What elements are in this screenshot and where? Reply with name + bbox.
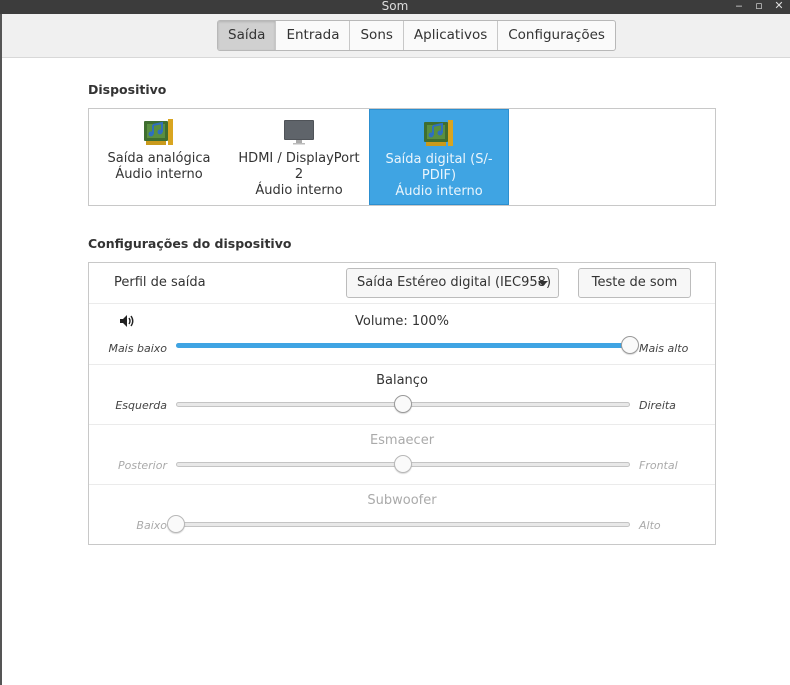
device-item-digital[interactable]: Saída digital (S/-PDIF) Áudio interno [369,109,509,205]
subwoofer-max-label: Alto [639,519,661,532]
window-titlebar: Som ‒ ▫ ✕ [0,0,790,14]
output-profile-value: Saída Estéreo digital (IEC958) [357,275,552,290]
fade-row: Esmaecer Posterior Frontal [89,425,715,485]
balance-slider-handle[interactable] [394,395,412,413]
device-item-hdmi[interactable]: HDMI / DisplayPort 2 Áudio interno [229,109,369,205]
tab-saida[interactable]: Saída [218,21,277,50]
volume-slider-handle[interactable] [621,336,639,354]
balance-slider[interactable] [176,395,630,413]
subwoofer-slider-handle[interactable] [167,515,185,533]
volume-min-label: Mais baixo [108,342,167,355]
monitor-icon [284,120,314,145]
fade-min-label: Posterior [117,459,167,472]
chevron-down-icon [538,281,548,286]
tab-entrada[interactable]: Entrada [276,21,351,50]
device-item-analog[interactable]: Saída analógica Áudio interno [89,109,229,205]
close-icon[interactable]: ✕ [774,0,784,13]
window-title: Som [381,0,409,13]
balance-min-label: Esquerda [115,399,167,412]
device-subtitle: Áudio interno [115,167,203,182]
maximize-icon[interactable]: ▫ [754,0,764,13]
tab-bar: Saída Entrada Sons Aplicativos Configura… [217,20,616,51]
balance-label: Balanço [376,373,428,388]
tab-aplicativos[interactable]: Aplicativos [404,21,499,50]
output-profile-label: Perfil de saída [114,275,206,290]
volume-max-label: Mais alto [639,342,689,355]
window-controls: ‒ ▫ ✕ [734,0,784,13]
subwoofer-row: Subwoofer Baixo Alto [89,485,715,545]
tab-sons[interactable]: Sons [350,21,404,50]
volume-slider-fill [176,343,630,348]
balance-row: Balanço Esquerda Direita [89,365,715,425]
subwoofer-min-label: Baixo [136,519,167,532]
device-settings-panel: Perfil de saída Saída Estéreo digital (I… [88,262,716,545]
output-profile-row: Perfil de saída Saída Estéreo digital (I… [89,263,715,304]
device-settings-title: Configurações do dispositivo [88,236,292,251]
device-name: HDMI / DisplayPort 2 [238,151,360,182]
sound-card-icon [424,120,453,146]
volume-label: Volume: 100% [354,314,450,329]
device-section-title: Dispositivo [88,82,167,97]
device-name: Saída analógica [107,151,211,166]
volume-row: Volume: 100% Mais baixo Mais alto [89,304,715,365]
toolbar: Saída Entrada Sons Aplicativos Configura… [2,14,790,58]
window-edge [0,14,2,685]
fade-max-label: Frontal [639,459,678,472]
device-subtitle: Áudio interno [255,183,343,198]
fade-label: Esmaecer [369,433,435,448]
device-list: Saída analógica Áudio interno HDMI / Dis… [88,108,716,206]
tab-configuracoes[interactable]: Configurações [498,21,615,50]
sound-card-icon [144,119,173,145]
sound-test-button[interactable]: Teste de som [578,268,691,298]
subwoofer-slider[interactable] [167,515,630,533]
fade-slider[interactable] [176,455,630,473]
fade-slider-handle[interactable] [394,455,412,473]
output-profile-dropdown[interactable]: Saída Estéreo digital (IEC958) [346,268,559,298]
minimize-icon[interactable]: ‒ [734,0,744,13]
balance-max-label: Direita [639,399,676,412]
device-name: Saída digital (S/-PDIF) [385,152,493,183]
volume-slider[interactable] [176,336,639,354]
device-subtitle: Áudio interno [395,184,483,199]
subwoofer-label: Subwoofer [367,493,437,508]
